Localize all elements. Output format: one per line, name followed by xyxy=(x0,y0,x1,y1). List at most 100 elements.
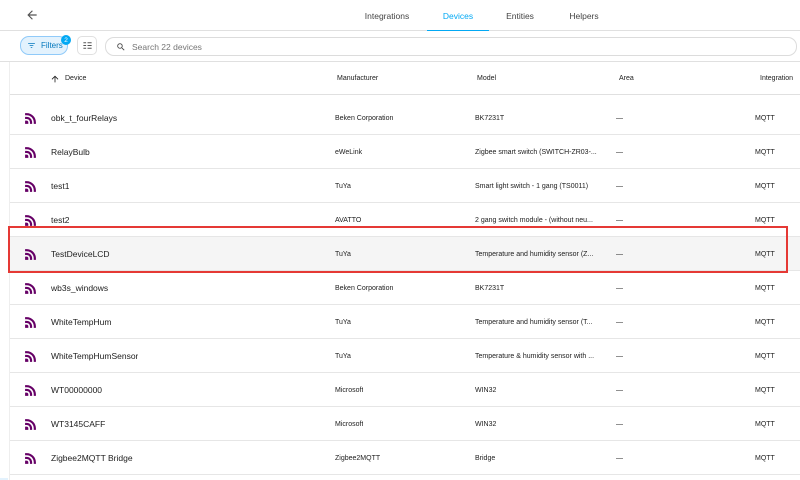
table-row[interactable]: test1 TuYa Smart light switch - 1 gang (TS… xyxy=(10,169,800,203)
device-name: WhiteTempHum xyxy=(51,317,112,327)
group-by-button[interactable] xyxy=(77,36,97,55)
list-settings-icon xyxy=(82,42,92,49)
area-cell: — xyxy=(616,420,623,428)
device-name: test1 xyxy=(51,181,70,191)
sort-ascending-icon xyxy=(50,74,60,84)
manufacturer-cell: Microsoft xyxy=(335,386,364,394)
model-cell: Zigbee smart switch (SWITCH-ZR03-... xyxy=(475,148,597,156)
integration-cell: MQTT xyxy=(755,454,775,462)
table-row[interactable]: RelayBulb eWeLink Zigbee smart switch (SWI… xyxy=(10,135,800,169)
area-cell: — xyxy=(616,182,623,190)
area-cell: — xyxy=(616,148,623,156)
table-row[interactable]: WhiteTempHum TuYa Temperature and humidity… xyxy=(10,305,800,339)
tab-helpers[interactable]: Helpers xyxy=(556,0,612,31)
table-row[interactable]: WhiteTempHumSensor TuYa Temperature & humi… xyxy=(10,339,800,373)
device-name: obk_t_fourRelays xyxy=(51,113,118,123)
search-icon xyxy=(117,42,125,51)
integration-cell: MQTT xyxy=(755,318,775,326)
mqtt-icon xyxy=(24,441,38,475)
table-row[interactable]: wb3s_windows Beken Corporation BK7231T — MQT… xyxy=(10,271,800,305)
mqtt-icon xyxy=(24,169,38,203)
tab-entities[interactable]: Entities xyxy=(494,0,546,31)
mqtt-icon xyxy=(24,271,38,305)
column-header-model[interactable]: Model xyxy=(477,62,496,95)
device-name: test2 xyxy=(51,215,70,225)
search-field[interactable] xyxy=(105,37,797,56)
mqtt-icon xyxy=(24,237,38,271)
table-header: Device Manufacturer Model Area Integrati… xyxy=(10,62,800,95)
table-row[interactable]: Zigbee2MQTT Bridge Zigbee2MQTT Bridge — MQTT xyxy=(10,441,800,475)
manufacturer-cell: Beken Corporation xyxy=(335,284,394,292)
table-row[interactable]: obk_t_fourRelays Beken Corporation BK7231T… xyxy=(10,101,800,135)
model-cell: WIN32 xyxy=(475,386,497,394)
integration-cell: MQTT xyxy=(755,182,775,190)
area-cell: — xyxy=(616,352,623,360)
device-name: WhiteTempHumSensor xyxy=(51,351,139,361)
mqtt-icon xyxy=(24,373,38,407)
tab-devices[interactable]: Devices xyxy=(427,0,489,32)
area-cell: — xyxy=(616,250,623,258)
area-cell: — xyxy=(616,216,623,224)
table-row[interactable]: WT3145CAFF Microsoft WIN32 — MQTT xyxy=(10,407,800,441)
manufacturer-cell: TuYa xyxy=(335,352,351,360)
device-name: wb3s_windows xyxy=(51,283,109,293)
sidebar-edge xyxy=(0,62,10,480)
mqtt-icon xyxy=(24,101,38,135)
area-cell: — xyxy=(616,284,623,292)
model-cell: BK7231T xyxy=(475,284,505,292)
device-name: Zigbee2MQTT Bridge xyxy=(51,453,133,463)
manufacturer-cell: Microsoft xyxy=(335,420,364,428)
mqtt-icon xyxy=(24,339,38,373)
filters-count-badge: 2 xyxy=(61,35,71,45)
column-header-area[interactable]: Area xyxy=(619,62,634,95)
top-bar: Integrations Devices Entities Helpers xyxy=(0,0,800,32)
toolbar: Filters 2 xyxy=(0,31,800,62)
model-cell: Temperature and humidity sensor (Z... xyxy=(475,250,594,258)
area-cell: — xyxy=(616,318,623,326)
area-cell: — xyxy=(616,114,623,122)
filters-label: Filters xyxy=(41,41,63,50)
integration-cell: MQTT xyxy=(755,352,775,360)
table-row[interactable]: TestDeviceLCD TuYa Temperature and humidit… xyxy=(10,237,800,271)
integration-cell: MQTT xyxy=(755,250,775,258)
area-cell: — xyxy=(616,454,623,462)
table-row[interactable]: test2 AVATTO 2 gang switch module - (witho… xyxy=(10,203,800,237)
model-cell: 2 gang switch module - (without neu... xyxy=(475,216,593,224)
device-name: WT3145CAFF xyxy=(51,419,106,429)
mqtt-icon xyxy=(24,135,38,169)
back-arrow-icon[interactable] xyxy=(22,5,42,25)
column-header-device[interactable]: Device xyxy=(50,62,86,95)
model-cell: Bridge xyxy=(475,454,496,462)
device-name: RelayBulb xyxy=(51,147,90,157)
integration-cell: MQTT xyxy=(755,216,775,224)
model-cell: BK7231T xyxy=(475,114,505,122)
manufacturer-cell: eWeLink xyxy=(335,148,363,156)
column-header-manufacturer[interactable]: Manufacturer xyxy=(337,62,378,95)
integration-cell: MQTT xyxy=(755,148,775,156)
integration-cell: MQTT xyxy=(755,420,775,428)
column-header-integration[interactable]: Integration xyxy=(760,62,793,95)
table-row[interactable]: WT00000000 Microsoft WIN32 — MQTT xyxy=(10,373,800,407)
integration-cell: MQTT xyxy=(755,284,775,292)
manufacturer-cell: TuYa xyxy=(335,182,351,190)
model-cell: Smart light switch - 1 gang (TS0011) xyxy=(475,182,589,190)
integration-cell: MQTT xyxy=(755,114,775,122)
mqtt-icon xyxy=(24,203,38,237)
device-name: TestDeviceLCD xyxy=(51,249,110,259)
model-cell: WIN32 xyxy=(475,420,497,428)
integration-cell: MQTT xyxy=(755,386,775,394)
manufacturer-cell: Beken Corporation xyxy=(335,114,394,122)
filter-icon xyxy=(28,43,35,48)
mqtt-icon xyxy=(24,305,38,339)
manufacturer-cell: TuYa xyxy=(335,250,351,258)
manufacturer-cell: TuYa xyxy=(335,318,351,326)
model-cell: Temperature & humidity sensor with ... xyxy=(475,352,595,360)
device-name: WT00000000 xyxy=(51,385,103,395)
manufacturer-cell: AVATTO xyxy=(335,216,362,224)
area-cell: — xyxy=(616,386,623,394)
tab-integrations[interactable]: Integrations xyxy=(352,0,422,31)
manufacturer-cell: Zigbee2MQTT xyxy=(335,454,381,462)
mqtt-icon xyxy=(24,407,38,441)
model-cell: Temperature and humidity sensor (T... xyxy=(475,318,593,326)
search-input[interactable] xyxy=(132,41,772,52)
